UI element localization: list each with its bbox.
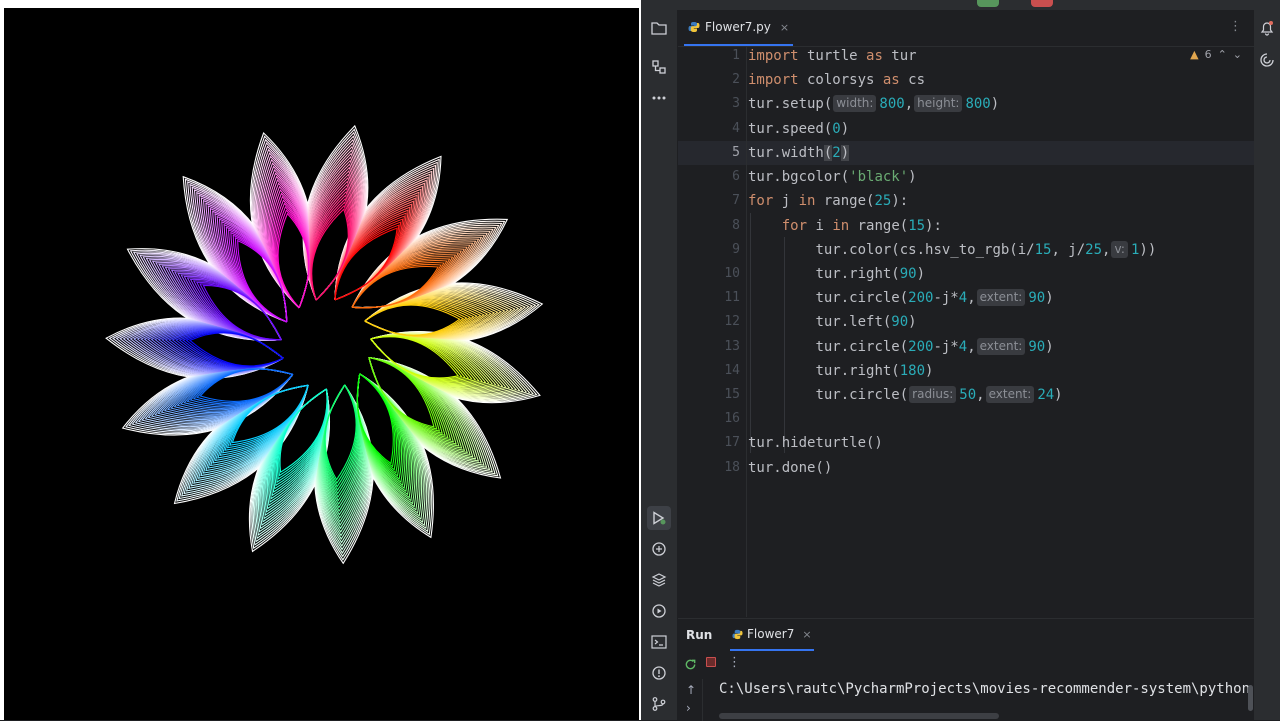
code-line: tur.color(cs.hsv_to_rgb(i/15, j/25, v: 1)) [815,241,1157,258]
structure-icon[interactable] [649,57,669,77]
editor-tab-label: Flower7.py [705,20,771,34]
line-number: 8 [732,218,740,233]
gutter-separator [746,47,747,617]
folder-icon[interactable] [649,18,669,38]
run-tab-flower7[interactable]: Flower7 × [730,619,814,651]
line-number: 1 [732,48,740,63]
line-number: 2 [732,72,740,87]
run-tab-label: Flower7 [747,627,795,641]
code-line: import turtle as tur [748,48,917,64]
left-tool-window-bar [641,10,678,720]
run-tool-window: Run Flower7 × ⋮ ↑ › C:\Users\rautc\Pycha… [678,618,1254,721]
code-line: for j in range(25): [748,193,909,209]
line-number: 15 [724,387,740,402]
code-line: tur.bgcolor('black') [748,169,917,185]
code-line: tur.circle(radius: 50, extent: 24) [815,386,1063,403]
console-gutter: ↑ › [678,679,703,721]
line-number: 18 [724,460,740,475]
horizontal-scrollbar[interactable] [719,713,999,719]
close-run-tab-icon[interactable]: × [802,628,811,641]
line-number: 4 [732,121,740,136]
line-number: 3 [732,96,740,111]
run-panel-title: Run [686,628,713,642]
code-line: tur.right(180) [815,363,934,379]
services-icon[interactable] [649,601,669,621]
ai-assistant-icon[interactable] [1257,50,1277,70]
parameter-hint: height: [914,95,963,112]
editor-tab-flower7[interactable]: Flower7.py × [684,10,794,46]
python-file-icon [688,22,700,32]
problems-icon[interactable] [649,663,669,683]
more-icon[interactable] [649,88,669,108]
close-tab-icon[interactable]: × [780,21,789,34]
parameter-hint: extent: [985,386,1035,403]
parameter-hint: extent: [976,289,1026,306]
layers-icon[interactable] [649,570,669,590]
run-toolbar: ⋮ [678,653,1254,675]
code-line: tur.setup(width: 800, height: 800) [748,95,1000,112]
run-icon[interactable] [647,506,671,530]
right-tool-window-bar [1253,10,1280,720]
notifications-icon[interactable] [1257,18,1277,38]
turtle-canvas [4,8,639,720]
line-number: 10 [724,266,740,281]
parameter-hint: extent: [976,338,1026,355]
code-line: import colorsys as cs [748,72,926,88]
parameter-hint: v: [1111,241,1128,258]
matched-paren: ) [840,145,850,161]
tab-options-icon[interactable]: ⋮ [1229,19,1242,34]
rerun-icon[interactable] [684,656,697,675]
code-line-current: tur.width(2) [748,145,850,161]
code-line: tur.circle(200-j*4, extent: 90) [815,289,1054,306]
code-line: tur.hideturtle() [748,435,883,451]
line-number: 16 [724,411,740,426]
line-number: 9 [732,242,740,257]
scroll-down-icon[interactable]: › [686,701,691,715]
parameter-hint: radius: [909,386,957,403]
run-button[interactable] [977,0,999,7]
python-console-icon[interactable] [649,539,669,559]
code-line: for i in range(15): [781,218,942,234]
run-header: Run Flower7 × [678,619,1254,651]
git-icon[interactable] [649,694,669,714]
more-actions-icon[interactable]: ⋮ [728,655,741,670]
vertical-scrollbar[interactable] [1248,685,1253,711]
code-line: tur.done() [748,460,833,476]
stop-icon[interactable] [706,657,716,667]
console-output[interactable]: C:\Users\rautc\PycharmProjects\movies-re… [719,677,1254,701]
flower-drawing [105,124,544,565]
line-number: 5 [732,145,740,160]
line-number: 17 [724,435,740,450]
line-number: 14 [724,363,740,378]
line-number: 12 [724,314,740,329]
line-number: 7 [732,193,740,208]
code-area[interactable]: import turtle as tur import colorsys as … [748,47,1254,617]
code-line: tur.speed(0) [748,121,850,137]
line-number-gutter: 1 2 3 4 5 6 7 8 9 10 11 12 13 14 15 16 1… [678,47,748,617]
code-line: tur.circle(200-j*4, extent: 90) [815,338,1054,355]
parameter-hint: width: [833,95,877,112]
line-number: 6 [732,169,740,184]
editor-tab-bar: Flower7.py × ⋮ [678,10,1254,47]
line-number: 11 [724,290,740,305]
scroll-up-icon[interactable]: ↑ [686,683,696,697]
code-line: tur.left(90) [815,314,917,330]
code-editor[interactable]: 1 2 3 4 5 6 7 8 9 10 11 12 13 14 15 16 1… [678,47,1254,617]
stop-button[interactable] [1031,0,1053,7]
pycharm-ide: Flower7.py × ⋮ 1 2 3 4 5 6 7 8 9 10 11 1… [641,0,1280,721]
terminal-icon[interactable] [649,632,669,652]
title-bar [641,0,1280,10]
turtle-graphics-window [0,0,641,720]
python-file-icon [732,629,743,639]
code-line: tur.right(90) [815,266,926,282]
line-number: 13 [724,339,740,354]
